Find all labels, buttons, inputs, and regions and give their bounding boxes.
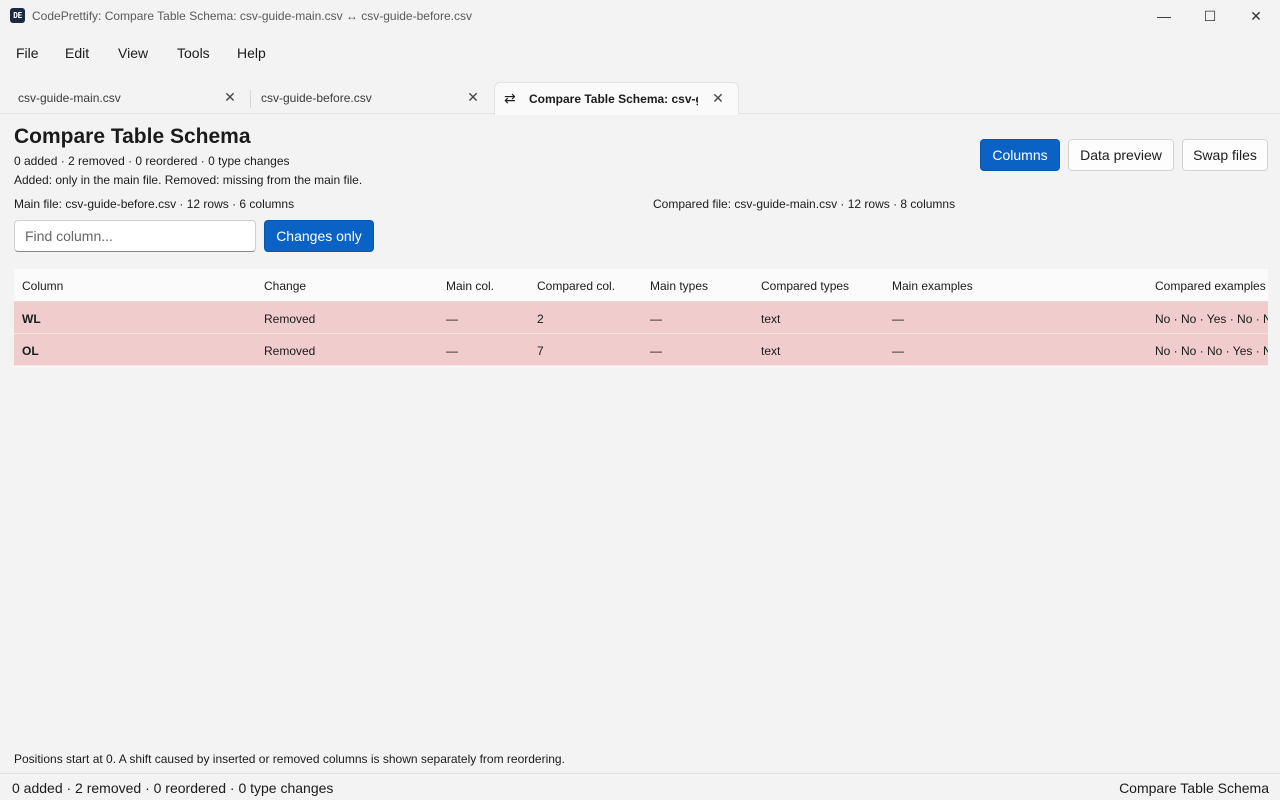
legend-text: Added: only in the main file. Removed: m… [14,173,363,187]
column-header-compared-col[interactable]: Compared col. [537,279,615,293]
tab-label: Compare Table Schema: csv-guide-main.csv [529,92,698,106]
close-window-button[interactable]: ✕ [1233,0,1279,32]
cell-change: Removed [264,344,316,358]
cell-column: OL [22,344,39,358]
cell-compared-types: text [761,312,781,326]
menu-file[interactable]: File [16,45,39,61]
tab-strip: csv-guide-main.csv ✕ csv-guide-before.cs… [0,82,1280,115]
title-bar: DE CodePrettify: Compare Table Schema: c… [0,0,1280,32]
maximize-button[interactable]: ☐ [1187,0,1233,32]
cell-compared-examples: No · No · No · Yes · No [1155,344,1268,358]
cell-compared-col: 7 [537,344,544,358]
cell-main-types: — [650,312,662,326]
page-title: Compare Table Schema [14,125,251,148]
menu-tools[interactable]: Tools [177,45,210,61]
menu-bar: File Edit View Tools Help [0,40,1280,68]
main-file-info: Main file: csv-guide-before.csv · 12 row… [14,197,295,211]
swap-files-button[interactable]: Swap files [1182,139,1268,171]
table-header: Column Change Main col. Compared col. Ma… [14,269,1268,302]
table-row[interactable]: OL Removed — 7 — text — No · No · No · Y… [14,334,1268,366]
column-header-main-types[interactable]: Main types [650,279,708,293]
cell-main-col: — [446,312,458,326]
column-header-change[interactable]: Change [264,279,306,293]
tab-close-icon[interactable]: ✕ [223,89,237,106]
status-view-name: Compare Table Schema [1119,780,1269,796]
menu-help[interactable]: Help [237,45,266,61]
cell-main-col: — [446,344,458,358]
cell-main-types: — [650,344,662,358]
compared-file-info: Compared file: csv-guide-main.csv · 12 r… [653,197,956,211]
changes-only-toggle[interactable]: Changes only [264,220,374,252]
tab-label: csv-guide-before.csv [261,91,372,105]
data-preview-button[interactable]: Data preview [1068,139,1174,171]
column-header-column[interactable]: Column [22,279,63,293]
cell-main-examples: — [892,344,904,358]
status-summary: 0 added · 2 removed · 0 reordered · 0 ty… [12,780,334,796]
tab-close-icon[interactable]: ✕ [466,89,480,106]
tab-csv-guide-before[interactable]: csv-guide-before.csv ✕ [251,82,494,114]
table-row[interactable]: WL Removed — 2 — text — No · No · Yes · … [14,302,1268,334]
tab-csv-guide-main[interactable]: csv-guide-main.csv ✕ [0,82,250,114]
app-logo-icon: DE [10,8,25,23]
cell-compared-examples: No · No · Yes · No · No [1155,312,1268,326]
positions-footnote: Positions start at 0. A shift caused by … [14,752,565,766]
tab-label: csv-guide-main.csv [18,91,121,105]
compare-arrows-icon: ⇄ [504,90,516,106]
status-bar: 0 added · 2 removed · 0 reordered · 0 ty… [0,773,1280,800]
find-column-input[interactable] [14,220,256,252]
column-header-compared-types[interactable]: Compared types [761,279,849,293]
column-header-main-examples[interactable]: Main examples [892,279,973,293]
cell-compared-types: text [761,344,781,358]
cell-main-examples: — [892,312,904,326]
change-summary: 0 added · 2 removed · 0 reordered · 0 ty… [14,154,290,168]
menu-edit[interactable]: Edit [65,45,89,61]
cell-compared-col: 2 [537,312,544,326]
cell-column: WL [22,312,41,326]
menu-view[interactable]: View [118,45,148,61]
column-header-main-col[interactable]: Main col. [446,279,494,293]
schema-table: Column Change Main col. Compared col. Ma… [14,269,1268,367]
tab-compare-table-schema[interactable]: ⇄ Compare Table Schema: csv-guide-main.c… [494,82,739,115]
column-header-compared-examples[interactable]: Compared examples [1155,279,1266,293]
cell-change: Removed [264,312,316,326]
window-title: CodePrettify: Compare Table Schema: csv-… [32,9,472,23]
minimize-button[interactable]: — [1141,0,1187,32]
tab-close-icon[interactable]: ✕ [711,90,725,107]
columns-button[interactable]: Columns [980,139,1060,171]
